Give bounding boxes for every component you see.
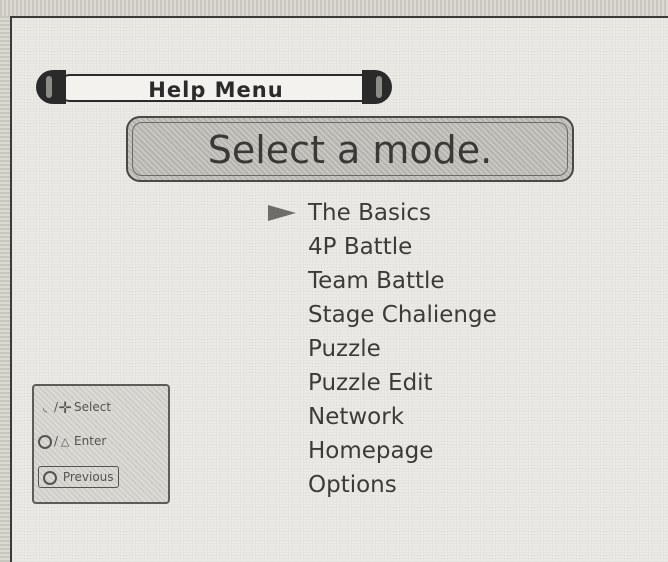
screen-frame-top xyxy=(0,0,668,18)
analog-stick-icon: ◟ xyxy=(42,400,48,414)
menu-item-label: Stage Chalienge xyxy=(308,302,497,328)
game-screen: Help Menu Select a mode. The Basics 4P B… xyxy=(0,0,668,562)
capsule-right-cap xyxy=(362,70,392,104)
help-menu-header: Help Menu xyxy=(36,70,392,104)
banner-text: Select a mode. xyxy=(207,128,493,172)
menu-item-4p-battle[interactable]: 4P Battle xyxy=(308,230,608,264)
menu-item-label: Homepage xyxy=(308,438,434,464)
previous-hint-box: Previous xyxy=(38,466,119,488)
menu-item-stage-challenge[interactable]: Stage Chalienge xyxy=(308,298,608,332)
legend-previous-label: Previous xyxy=(62,470,114,484)
menu-item-network[interactable]: Network xyxy=(308,400,608,434)
menu-item-label: Options xyxy=(308,472,397,498)
legend-select-label: Select xyxy=(74,400,112,414)
menu-item-the-basics[interactable]: The Basics xyxy=(268,196,608,230)
legend-select-row: ◟/✛ Select xyxy=(38,392,162,422)
menu-item-team-battle[interactable]: Team Battle xyxy=(308,264,608,298)
menu-item-label: Puzzle xyxy=(308,336,381,362)
screen-frame-left xyxy=(0,16,12,562)
menu-item-label: The Basics xyxy=(308,200,431,226)
select-mode-banner: Select a mode. xyxy=(126,116,574,182)
help-menu-capsule: Help Menu xyxy=(58,74,374,102)
menu-item-label: Puzzle Edit xyxy=(308,370,433,396)
legend-enter-label: Enter xyxy=(74,434,107,448)
capsule-left-cap xyxy=(36,70,66,104)
dpad-icon: ✛ xyxy=(58,397,72,417)
selection-cursor-icon xyxy=(268,205,296,221)
menu-item-label: Team Battle xyxy=(308,268,445,294)
menu-item-puzzle-edit[interactable]: Puzzle Edit xyxy=(308,366,608,400)
help-menu-title: Help Menu xyxy=(148,78,284,102)
menu-item-options[interactable]: Options xyxy=(308,468,608,502)
circle-button-icon xyxy=(38,434,52,449)
controls-legend: ◟/✛ Select / △ Enter Previous xyxy=(32,384,170,504)
legend-previous-row: Previous xyxy=(38,462,162,492)
mode-menu: The Basics 4P Battle Team Battle Stage C… xyxy=(268,196,608,502)
back-button-icon xyxy=(43,470,57,485)
triangle-button-icon: △ xyxy=(60,434,70,448)
menu-item-label: 4P Battle xyxy=(308,234,413,260)
legend-enter-row: / △ Enter xyxy=(38,426,162,456)
menu-item-label: Network xyxy=(308,404,405,430)
menu-item-puzzle[interactable]: Puzzle xyxy=(308,332,608,366)
menu-item-homepage[interactable]: Homepage xyxy=(308,434,608,468)
